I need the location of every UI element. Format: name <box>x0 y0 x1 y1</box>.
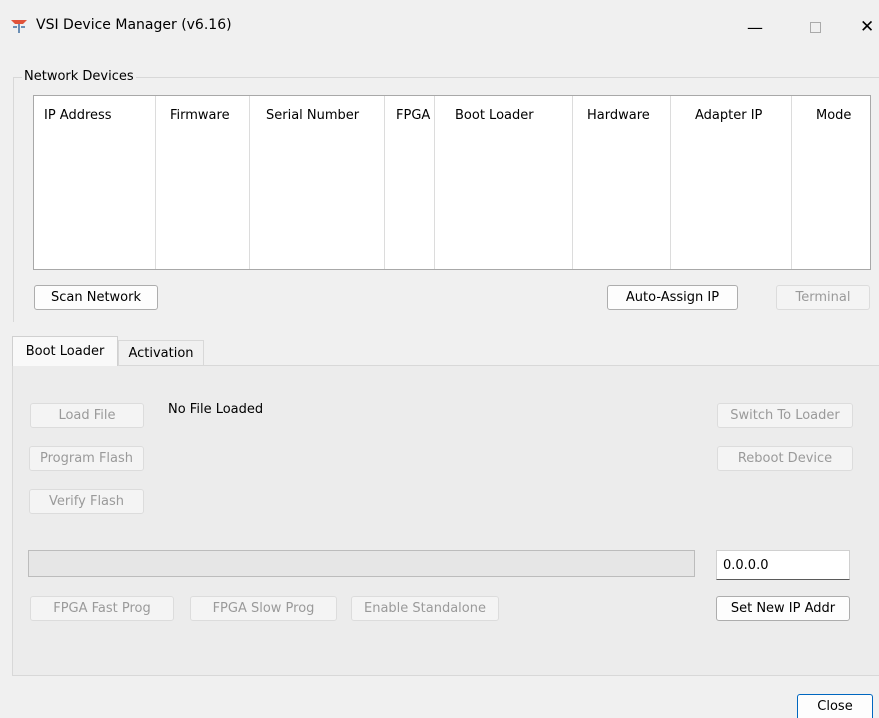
load-file-button[interactable]: Load File <box>30 403 144 428</box>
column-adapter-ip: Adapter IP <box>671 96 792 269</box>
column-fpga: FPGA <box>385 96 435 269</box>
fpga-slow-prog-button[interactable]: FPGA Slow Prog <box>190 596 337 621</box>
ip-address-input[interactable] <box>716 550 850 580</box>
tab-activation[interactable]: Activation <box>118 340 204 365</box>
column-header[interactable]: Hardware <box>587 108 650 123</box>
auto-assign-ip-button[interactable]: Auto-Assign IP <box>607 285 738 310</box>
fpga-fast-prog-button[interactable]: FPGA Fast Prog <box>30 596 174 621</box>
minimize-icon: — <box>747 17 763 37</box>
column-header[interactable]: FPGA <box>396 108 430 123</box>
window-title: VSI Device Manager (v6.16) <box>36 17 232 33</box>
set-new-ip-button[interactable]: Set New IP Addr <box>716 596 850 621</box>
program-flash-button[interactable]: Program Flash <box>29 446 144 471</box>
column-header[interactable]: Serial Number <box>266 108 359 123</box>
tab-boot-loader[interactable]: Boot Loader <box>12 336 118 366</box>
column-boot-loader: Boot Loader <box>435 96 573 269</box>
maximize-button[interactable] <box>800 12 830 42</box>
column-mode: Mode <box>792 96 870 269</box>
maximize-icon <box>809 21 821 33</box>
close-window-button[interactable]: ✕ <box>860 12 879 42</box>
file-status-label: No File Loaded <box>168 402 264 417</box>
column-firmware: Firmware <box>156 96 250 269</box>
device-list[interactable]: IP Address Firmware Serial Number FPGA B… <box>33 95 871 270</box>
column-header[interactable]: Firmware <box>170 108 230 123</box>
column-header[interactable]: Mode <box>816 108 851 123</box>
minimize-button[interactable]: — <box>740 12 770 42</box>
tab-strip-divider <box>12 365 879 366</box>
column-ip-address: IP Address <box>34 96 156 269</box>
terminal-button[interactable]: Terminal <box>776 285 870 310</box>
switch-to-loader-button[interactable]: Switch To Loader <box>717 403 853 428</box>
column-hardware: Hardware <box>573 96 671 269</box>
reboot-device-button[interactable]: Reboot Device <box>717 446 853 471</box>
column-header[interactable]: Boot Loader <box>455 108 534 123</box>
column-header[interactable]: Adapter IP <box>695 108 762 123</box>
scan-network-button[interactable]: Scan Network <box>34 285 158 310</box>
network-devices-label: Network Devices <box>22 69 136 84</box>
column-header[interactable]: IP Address <box>44 108 112 123</box>
close-button[interactable]: Close <box>797 694 873 718</box>
verify-flash-button[interactable]: Verify Flash <box>29 489 144 514</box>
flash-progress-bar <box>28 550 695 577</box>
app-icon <box>10 18 28 34</box>
enable-standalone-button[interactable]: Enable Standalone <box>351 596 499 621</box>
close-icon: ✕ <box>860 17 875 37</box>
column-serial-number: Serial Number <box>250 96 385 269</box>
